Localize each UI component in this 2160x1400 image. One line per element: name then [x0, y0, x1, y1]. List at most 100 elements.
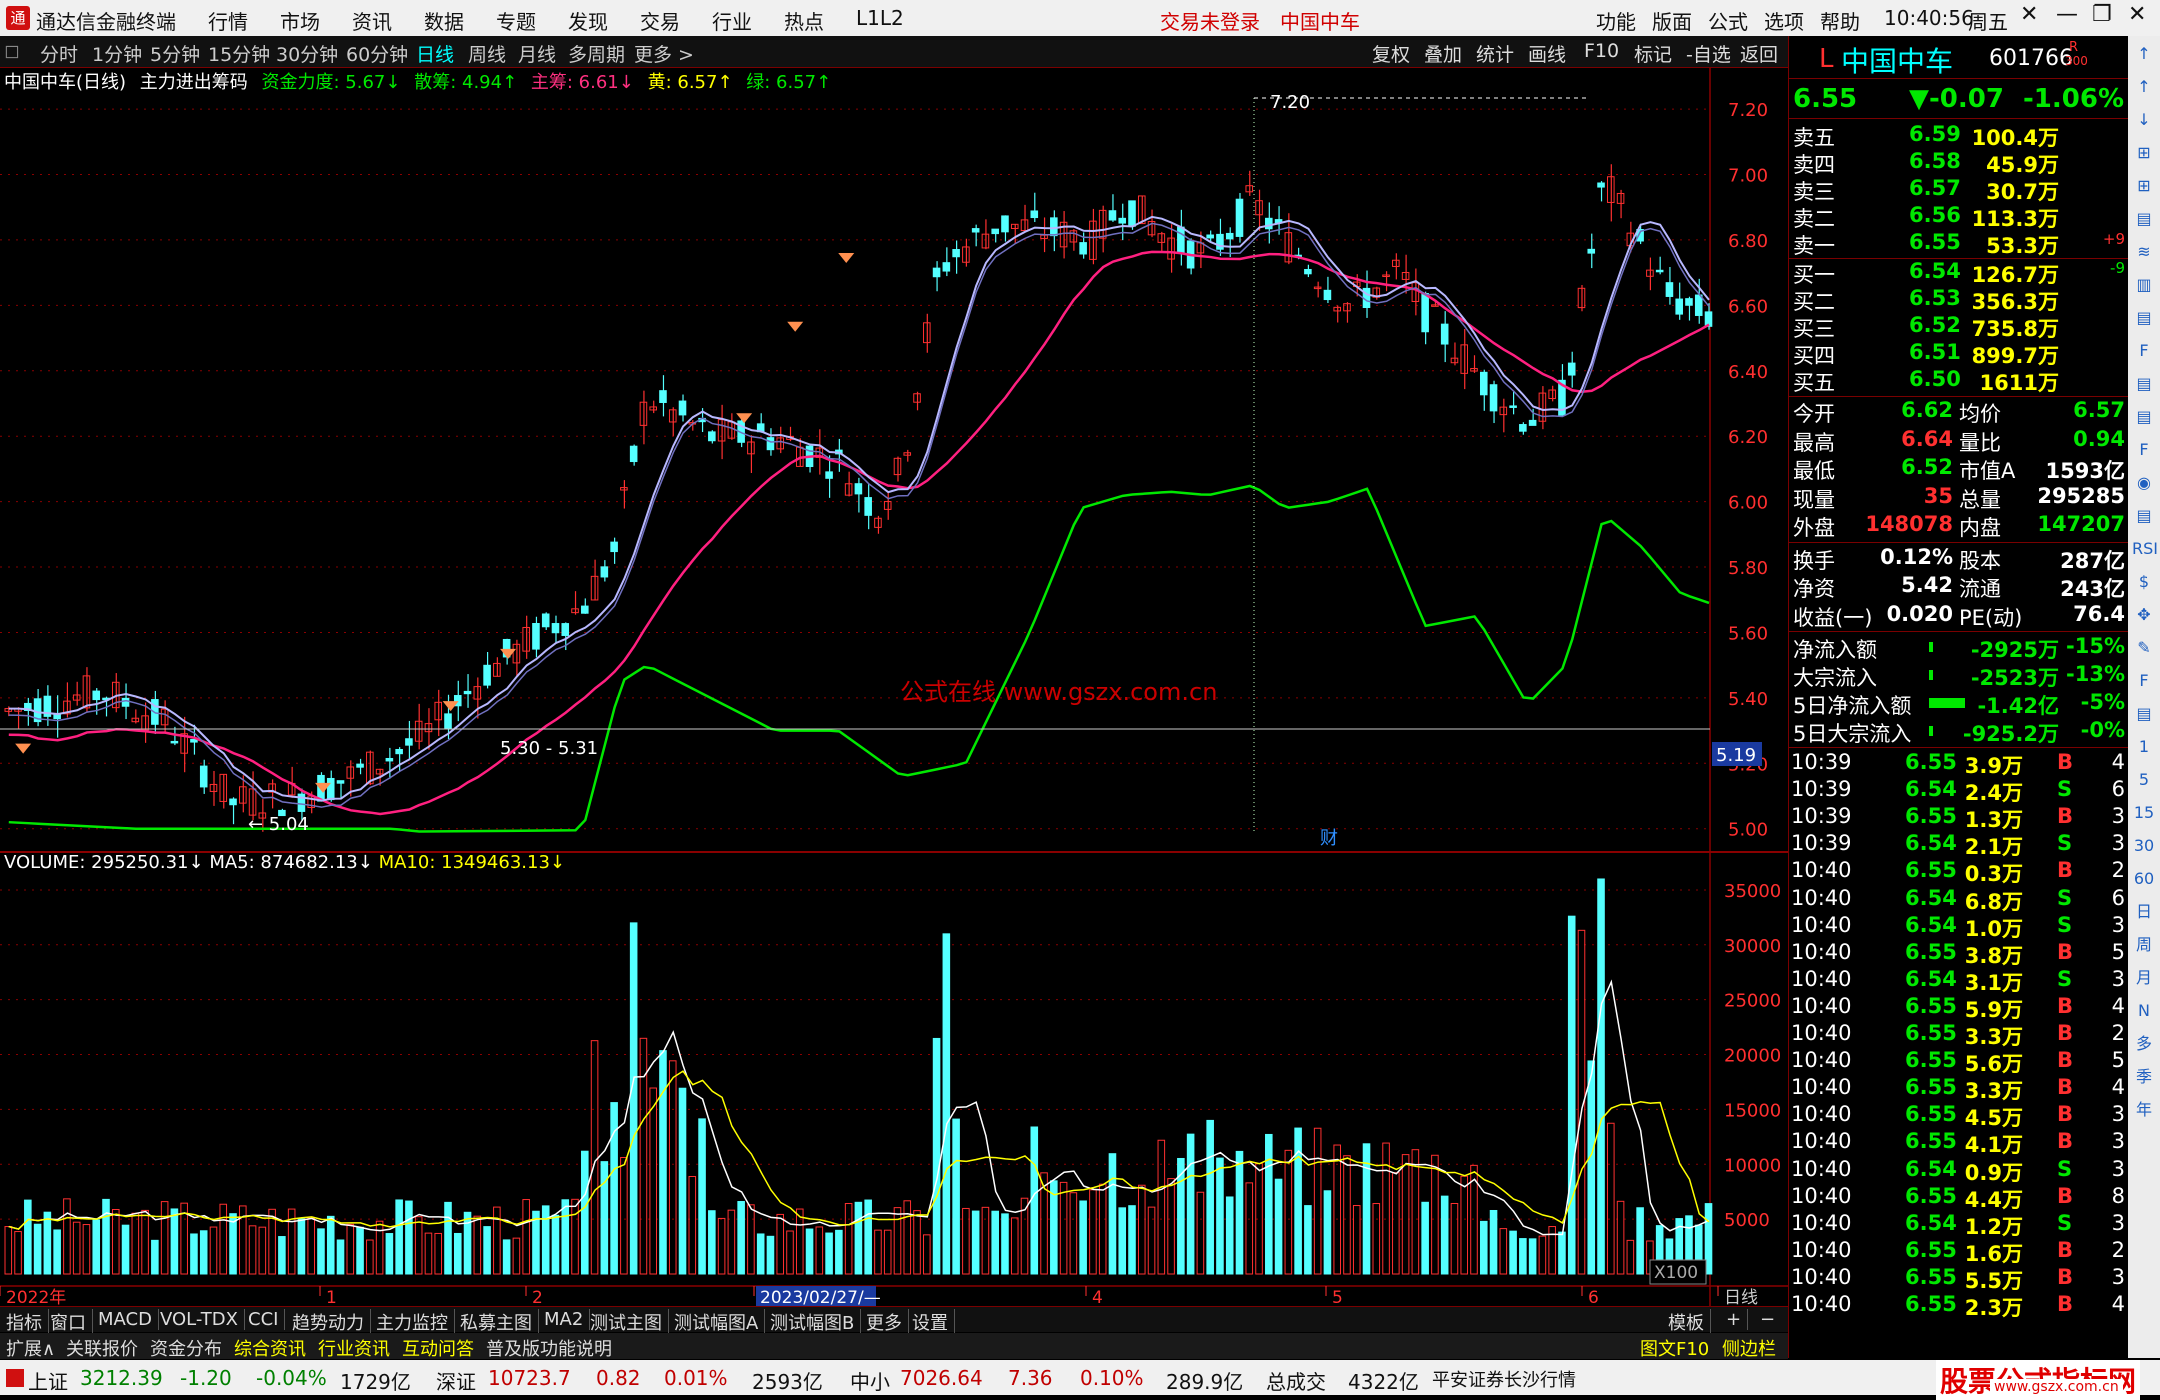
btn-biaoji[interactable]: 标记: [1634, 40, 1672, 67]
sidebar-btn-11-icon[interactable]: ▤: [2132, 405, 2156, 429]
sidebar-btn-6-icon[interactable]: ≋: [2132, 240, 2156, 264]
sidebar-btn-22-icon[interactable]: 5: [2132, 768, 2156, 792]
period-1min[interactable]: 1分钟: [92, 40, 142, 67]
menu-zhuanti[interactable]: 专题: [496, 6, 536, 35]
cai-marker[interactable]: 财: [1320, 828, 1338, 849]
period-5min[interactable]: 5分钟: [150, 40, 200, 67]
tab-zhibiao[interactable]: 指标: [0, 1309, 49, 1335]
menu-l1l2[interactable]: L1L2: [856, 6, 904, 30]
ask-row-1[interactable]: 卖四 6.58 45.9万: [1789, 149, 2129, 177]
tab-guanlianbaojia[interactable]: 关联报价: [60, 1335, 144, 1361]
menu-gongshi[interactable]: 公式: [1708, 6, 1748, 35]
period-60min[interactable]: 60分钟: [346, 40, 408, 67]
sidebar-btn-3-icon[interactable]: ⊞: [2132, 141, 2156, 165]
menu-zixun[interactable]: 资讯: [352, 6, 392, 35]
period-fenshi[interactable]: 分时: [40, 40, 78, 67]
btn-tongji[interactable]: 统计: [1476, 40, 1514, 67]
sidebar-btn-2-icon[interactable]: ↓: [2132, 108, 2156, 132]
sidebar-btn-5-icon[interactable]: ▤: [2132, 207, 2156, 231]
menu-xuanxiang[interactable]: 选项: [1764, 6, 1804, 35]
period-15min[interactable]: 15分钟: [208, 40, 270, 67]
tab-ceshizhutu[interactable]: 测试主图: [584, 1309, 669, 1335]
btn-huaxian[interactable]: 画线: [1528, 40, 1566, 67]
tab-kuozhan[interactable]: 扩展∧: [0, 1335, 61, 1361]
close-icon[interactable]: ✕: [2128, 2, 2146, 27]
sidebar-btn-24-icon[interactable]: 30: [2132, 834, 2156, 858]
quote-stock-name[interactable]: 中国中车: [1841, 40, 1953, 80]
tab-chuangkou[interactable]: 窗口: [44, 1309, 93, 1335]
period-30min[interactable]: 30分钟: [276, 40, 338, 67]
sidebar-btn-12-icon[interactable]: F: [2132, 438, 2156, 462]
menu-bangzhu[interactable]: 帮助: [1820, 6, 1860, 35]
menu-shichang[interactable]: 市场: [280, 6, 320, 35]
tab-ceshifutua[interactable]: 测试幅图A: [668, 1309, 766, 1335]
menu-banmian[interactable]: 版面: [1652, 6, 1692, 35]
sidebar-btn-32-icon[interactable]: 年: [2132, 1098, 2156, 1122]
indicator-name[interactable]: 主力进出筹码: [140, 72, 248, 93]
sidebar-btn-21-icon[interactable]: 1: [2132, 735, 2156, 759]
menu-shuju[interactable]: 数据: [424, 6, 464, 35]
sidebar-btn-0-icon[interactable]: ↑: [2132, 42, 2156, 66]
sidebar-btn-9-icon[interactable]: F: [2132, 339, 2156, 363]
bid-row-0[interactable]: 买一 6.54 126.7万 -9: [1789, 259, 2129, 287]
sidebar-btn-30-icon[interactable]: 多: [2132, 1032, 2156, 1056]
period-monthly[interactable]: 月线: [518, 40, 556, 67]
minimize-icon[interactable]: —: [2056, 2, 2078, 27]
sidebar-btn-29-icon[interactable]: N: [2132, 999, 2156, 1023]
menu-hangye[interactable]: 行业: [712, 6, 752, 35]
collapse-icon[interactable]: ◻: [4, 40, 20, 62]
sidebar-btn-31-icon[interactable]: 季: [2132, 1065, 2156, 1089]
period-weekly[interactable]: 周线: [468, 40, 506, 67]
sidebar-btn-19-icon[interactable]: F: [2132, 669, 2156, 693]
btn-fanhui[interactable]: 返回: [1740, 40, 1778, 67]
sidebar-btn-26-icon[interactable]: 日: [2132, 900, 2156, 924]
ask-row-3[interactable]: 卖二 6.56 113.3万: [1789, 203, 2129, 231]
sidebar-btn-15-icon[interactable]: RSI: [2132, 537, 2158, 561]
kline-chart[interactable]: 7.20 7.00 6.80 6.60 6.40 6.20 6.00 5.80 5.60 5.40…: [0, 68, 1788, 1344]
sidebar-btn-23-icon[interactable]: 15: [2132, 801, 2156, 825]
tab-pujiban[interactable]: 普及版功能说明: [480, 1335, 618, 1361]
menu-jiaoyi[interactable]: 交易: [640, 6, 680, 35]
menu-redian[interactable]: 热点: [784, 6, 824, 35]
tab-simuzhutu[interactable]: 私募主图: [454, 1309, 539, 1335]
bid-row-1[interactable]: 买二 6.53 356.3万: [1789, 286, 2129, 314]
tab-ma2[interactable]: MA2: [538, 1309, 591, 1330]
idx-sz-label[interactable]: 深证: [436, 1366, 476, 1395]
tab-hudongwenda[interactable]: 互动问答: [396, 1335, 480, 1361]
sidebar-btn-27-icon[interactable]: 周: [2132, 933, 2156, 957]
idx-zx-label[interactable]: 中小: [850, 1366, 890, 1395]
close-x-icon[interactable]: ✕: [2020, 2, 2038, 27]
tab-zongzixun[interactable]: 综合资讯: [228, 1335, 312, 1361]
menu-hangqing[interactable]: 行情: [208, 6, 248, 35]
btn-f10[interactable]: F10: [1584, 40, 1619, 62]
menu-faxian[interactable]: 发现: [568, 6, 608, 35]
sidebar-btn-8-icon[interactable]: ▤: [2132, 306, 2156, 330]
tab-tuwenf10[interactable]: 图文F10: [1634, 1335, 1715, 1361]
bid-row-4[interactable]: 买五 6.50 1611万: [1789, 367, 2129, 395]
sidebar-btn-20-icon[interactable]: ▤: [2132, 702, 2156, 726]
bid-row-2[interactable]: 买三 6.52 735.8万: [1789, 313, 2129, 341]
restore-icon[interactable]: ❐: [2092, 2, 2112, 27]
idx-sh-label[interactable]: 上证: [28, 1366, 68, 1395]
tab-gengduo[interactable]: 更多: [860, 1309, 909, 1335]
sidebar-btn-25-icon[interactable]: 60: [2132, 867, 2156, 891]
tab-plus[interactable]: +: [1720, 1309, 1749, 1330]
sidebar-btn-10-icon[interactable]: ▤: [2132, 372, 2156, 396]
sidebar-btn-14-icon[interactable]: ▤: [2132, 504, 2156, 528]
tab-cci[interactable]: CCI: [242, 1309, 286, 1330]
ask-row-0[interactable]: 卖五 6.59 100.4万: [1789, 122, 2129, 150]
tab-hangyezixun[interactable]: 行业资讯: [312, 1335, 396, 1361]
period-daily[interactable]: 日线: [416, 40, 454, 67]
tab-macd[interactable]: MACD: [92, 1309, 159, 1330]
sidebar-btn-4-icon[interactable]: ⊞: [2132, 174, 2156, 198]
tab-vol-tdx[interactable]: VOL-TDX: [154, 1309, 245, 1330]
sidebar-btn-13-icon[interactable]: ◉: [2132, 471, 2156, 495]
menu-gongneng[interactable]: 功能: [1596, 6, 1636, 35]
btn-zixuan[interactable]: -自选: [1686, 40, 1731, 67]
period-multi[interactable]: 多周期: [568, 40, 625, 67]
login-status[interactable]: 交易未登录: [1160, 6, 1260, 35]
sidebar-btn-18-icon[interactable]: ✎: [2132, 636, 2156, 660]
tab-shezhi[interactable]: 设置: [906, 1309, 955, 1335]
sidebar-btn-17-icon[interactable]: ✥: [2132, 603, 2156, 627]
tab-qushidongli[interactable]: 趋势动力: [286, 1309, 371, 1335]
